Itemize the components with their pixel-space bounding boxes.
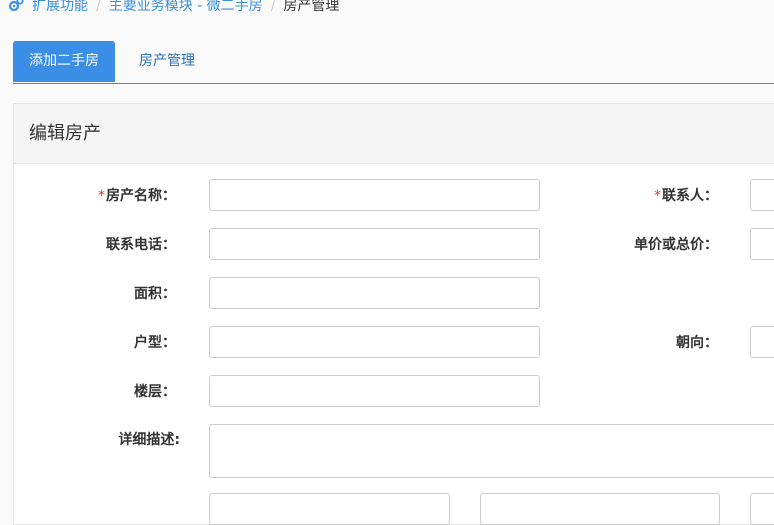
layout-input[interactable]: [209, 326, 540, 358]
contact-person-input[interactable]: [750, 179, 774, 211]
breadcrumb-separator: /: [270, 0, 276, 14]
layout-label: 户型：: [134, 335, 176, 351]
tab-add-house[interactable]: 添加二手房: [13, 41, 115, 82]
panel-title: 编辑房产: [14, 104, 774, 164]
phone-input[interactable]: [209, 228, 540, 260]
house-name-label: *房产名称：: [98, 188, 176, 204]
orientation-label: 朝向：: [676, 335, 718, 351]
description-label: 详细描述:: [118, 432, 180, 448]
extra-input-2[interactable]: [480, 493, 720, 525]
extra-input-1[interactable]: [209, 493, 450, 525]
phone-label: 联系电话：: [106, 237, 176, 253]
breadcrumb-current: 房产管理: [283, 0, 340, 14]
area-label: 面积：: [134, 286, 176, 302]
price-label: 单价或总价：: [634, 237, 718, 253]
area-input[interactable]: [209, 277, 540, 309]
breadcrumb-module-link[interactable]: 主要业务模块 - 微二手房: [109, 0, 263, 14]
house-name-input[interactable]: [209, 179, 540, 211]
required-marker: *: [654, 188, 661, 204]
tab-bar: 添加二手房 房产管理: [13, 41, 774, 84]
cogs-icon: [8, 0, 24, 12]
floor-input[interactable]: [209, 375, 540, 407]
tab-house-management[interactable]: 房产管理: [119, 41, 215, 82]
description-textarea[interactable]: [209, 424, 774, 478]
extra-input-3[interactable]: [750, 493, 774, 525]
floor-label: 楼层：: [134, 384, 176, 400]
breadcrumb-separator: /: [96, 0, 101, 14]
orientation-input[interactable]: [750, 326, 774, 358]
breadcrumb: 扩展功能 / 主要业务模块 - 微二手房 / 房产管理: [8, 0, 339, 16]
price-input[interactable]: [750, 228, 774, 260]
contact-person-label: *联系人：: [654, 188, 718, 204]
breadcrumb-extensions-link[interactable]: 扩展功能: [32, 0, 88, 14]
required-marker: *: [98, 188, 105, 204]
